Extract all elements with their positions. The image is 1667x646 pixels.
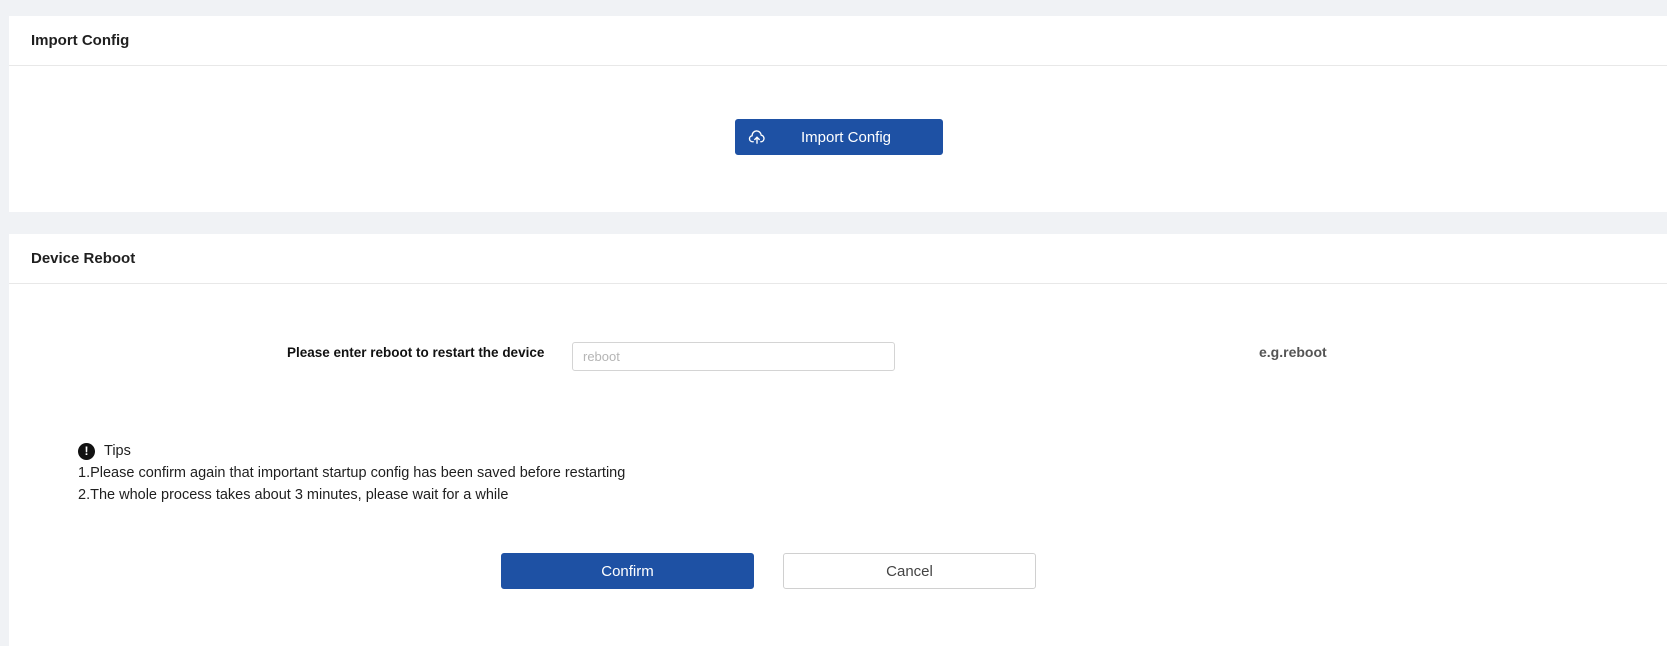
import-config-button-label: Import Config	[800, 128, 892, 146]
exclamation-circle-icon: !	[78, 442, 95, 460]
page: Import Config Import Config Device Reboo…	[0, 0, 1667, 646]
device-reboot-title: Device Reboot	[31, 250, 136, 267]
tips-header: ! Tips	[78, 440, 625, 462]
tips-title: Tips	[104, 443, 131, 459]
import-config-title: Import Config	[31, 32, 130, 49]
device-reboot-card: Device Reboot Please enter reboot to res…	[9, 234, 1667, 646]
reboot-field-label: Please enter reboot to restart the devic…	[287, 345, 545, 360]
reboot-input[interactable]	[572, 342, 895, 371]
import-config-button[interactable]: Import Config	[735, 119, 943, 155]
import-config-card: Import Config Import Config	[9, 16, 1667, 212]
tips-item: 2.The whole process takes about 3 minute…	[78, 487, 509, 503]
confirm-button[interactable]: Confirm	[501, 553, 754, 589]
device-reboot-header: Device Reboot	[9, 234, 1667, 284]
tips-block: ! Tips 1.Please confirm again that impor…	[78, 440, 625, 506]
cancel-button[interactable]: Cancel	[783, 553, 1036, 589]
import-config-header: Import Config	[9, 16, 1667, 66]
tips-item: 1.Please confirm again that important st…	[78, 465, 626, 481]
reboot-hint: e.g.reboot	[1259, 344, 1327, 360]
cloud-upload-icon	[748, 130, 765, 144]
